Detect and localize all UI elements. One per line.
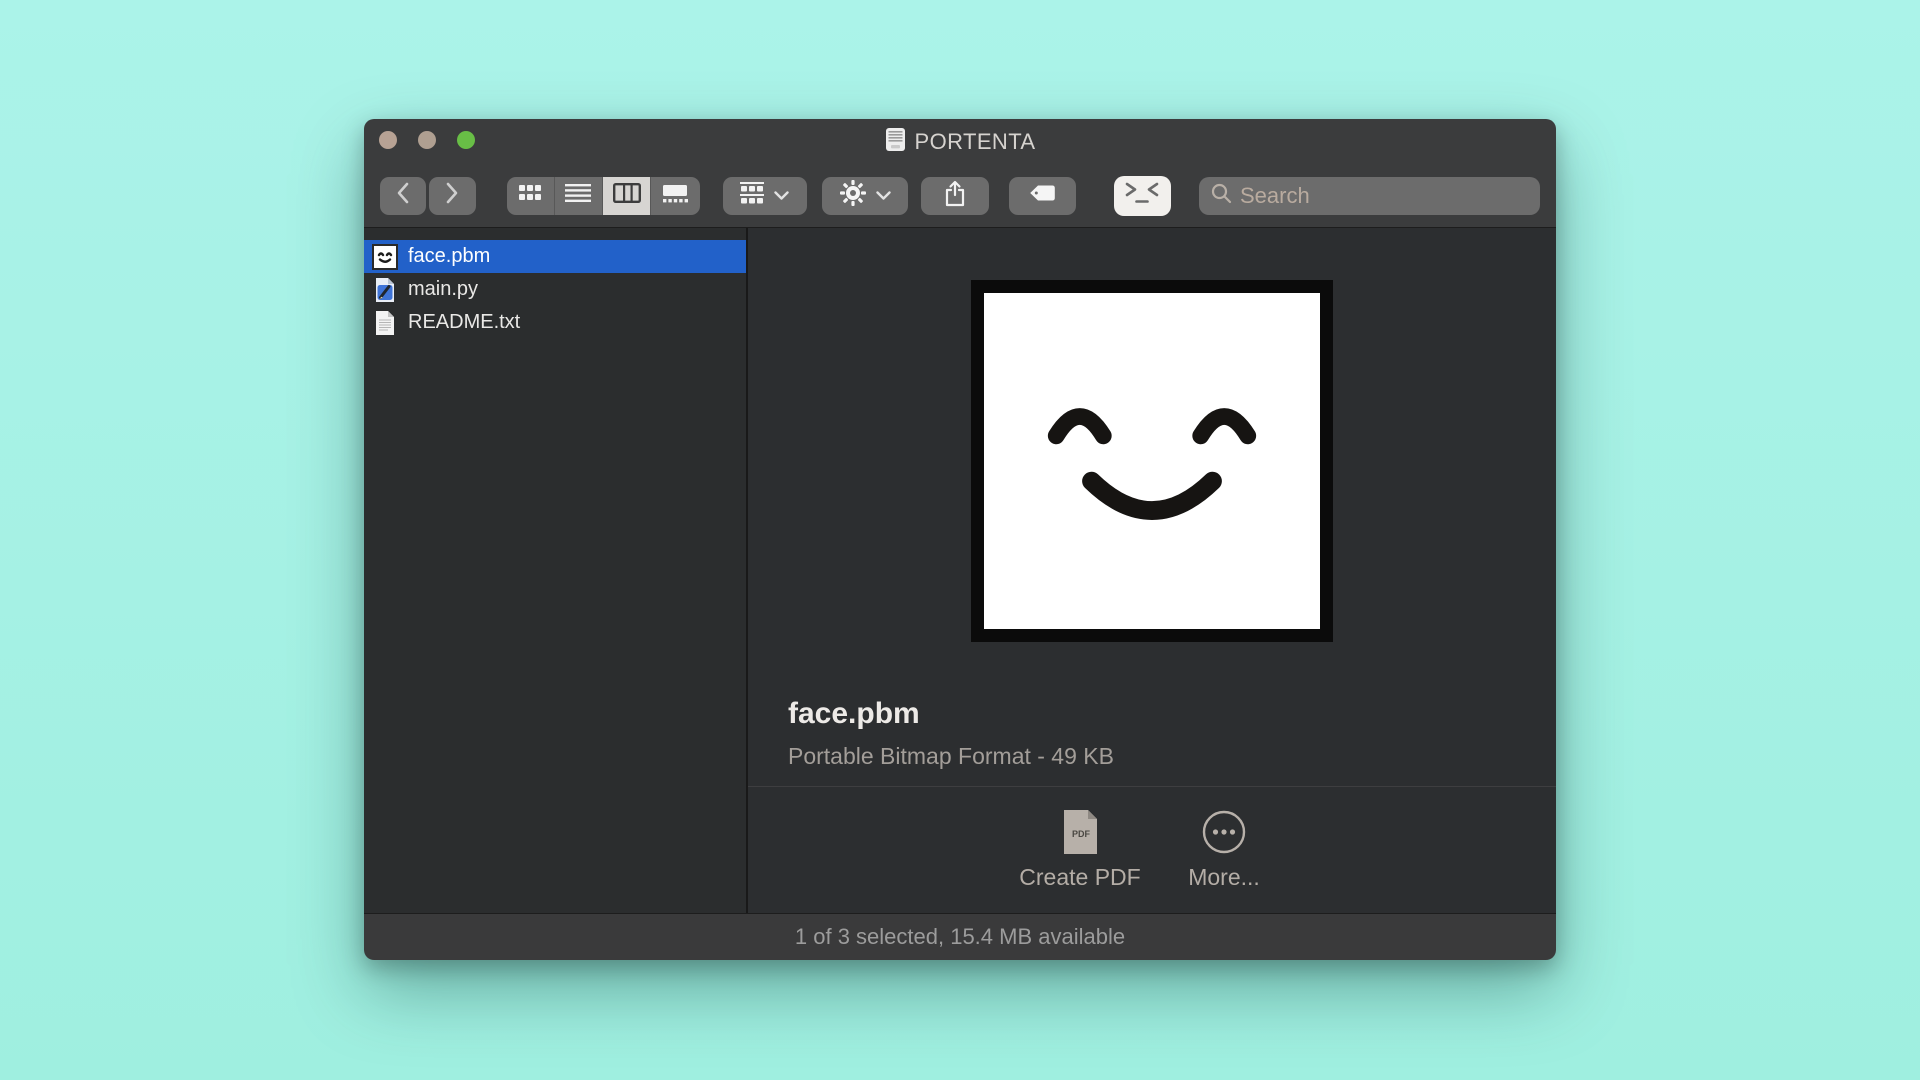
more-label: More... [1188,864,1260,891]
action-menu-button[interactable] [822,177,908,215]
text-document-icon [372,310,398,336]
smiley-face-graphic [984,293,1320,629]
status-bar: 1 of 3 selected, 15.4 MB available [364,913,1556,960]
search-field[interactable] [1199,177,1540,215]
python-script-icon [372,277,398,303]
more-button[interactable]: More... [1158,807,1290,891]
chevron-down-icon [774,187,789,205]
share-button[interactable] [921,177,989,215]
preview-column: face.pbm Portable Bitmap Format - 49 KB … [748,228,1556,913]
toolbar [380,176,1540,215]
list-view-icon [565,184,591,207]
window-header: PORTENTA [364,119,1556,228]
icon-view-button[interactable] [507,177,555,215]
chevron-right-icon [445,182,459,209]
chevron-down-icon [876,187,891,205]
window-title: PORTENTA [915,129,1036,155]
gallery-view-icon [662,184,688,208]
back-button[interactable] [380,177,426,215]
squint-face-button[interactable] [1114,176,1171,216]
group-by-icon [740,182,764,209]
tag-button[interactable] [1009,177,1076,215]
removable-disk-icon [885,127,906,157]
file-row-main-py[interactable]: main.py [364,273,746,306]
file-row-face-pbm[interactable]: face.pbm [364,240,746,273]
group-by-button[interactable] [723,177,808,215]
finder-window: PORTENTA [364,119,1556,960]
file-list-column[interactable]: face.pbm main.py [364,228,748,913]
forward-button[interactable] [429,177,475,215]
preview-info: face.pbm Portable Bitmap Format - 49 KB [788,696,1556,770]
ellipsis-circle-icon [1201,807,1247,855]
file-name: main.py [408,278,478,301]
squint-face-icon [1124,181,1160,210]
preview-image [971,280,1333,642]
create-pdf-button[interactable]: PDF Create PDF [1014,807,1146,891]
pdf-document-icon: PDF [1062,807,1098,855]
file-name: face.pbm [408,245,490,268]
titlebar: PORTENTA [364,119,1556,165]
content-area: face.pbm main.py [364,228,1556,913]
pdf-badge-text: PDF [1072,829,1091,839]
pbm-thumbnail-icon [372,244,398,270]
search-icon [1211,183,1232,209]
chevron-left-icon [396,182,410,209]
search-input[interactable] [1240,183,1528,209]
gallery-view-button[interactable] [651,177,699,215]
preview-meta: Portable Bitmap Format - 49 KB [788,742,1556,770]
status-text: 1 of 3 selected, 15.4 MB available [795,924,1125,950]
column-view-button[interactable] [603,177,651,215]
column-view-icon [613,183,641,208]
view-switcher [507,177,700,215]
create-pdf-label: Create PDF [1019,864,1140,891]
preview-filename: face.pbm [788,696,1556,732]
tag-icon [1029,184,1056,207]
list-view-button[interactable] [555,177,603,215]
file-row-readme-txt[interactable]: README.txt [364,306,746,339]
share-icon [943,180,967,212]
gear-icon [840,180,866,211]
file-name: README.txt [408,311,520,334]
grid-view-icon [518,184,542,207]
quick-actions: PDF Create PDF More... [748,787,1556,891]
